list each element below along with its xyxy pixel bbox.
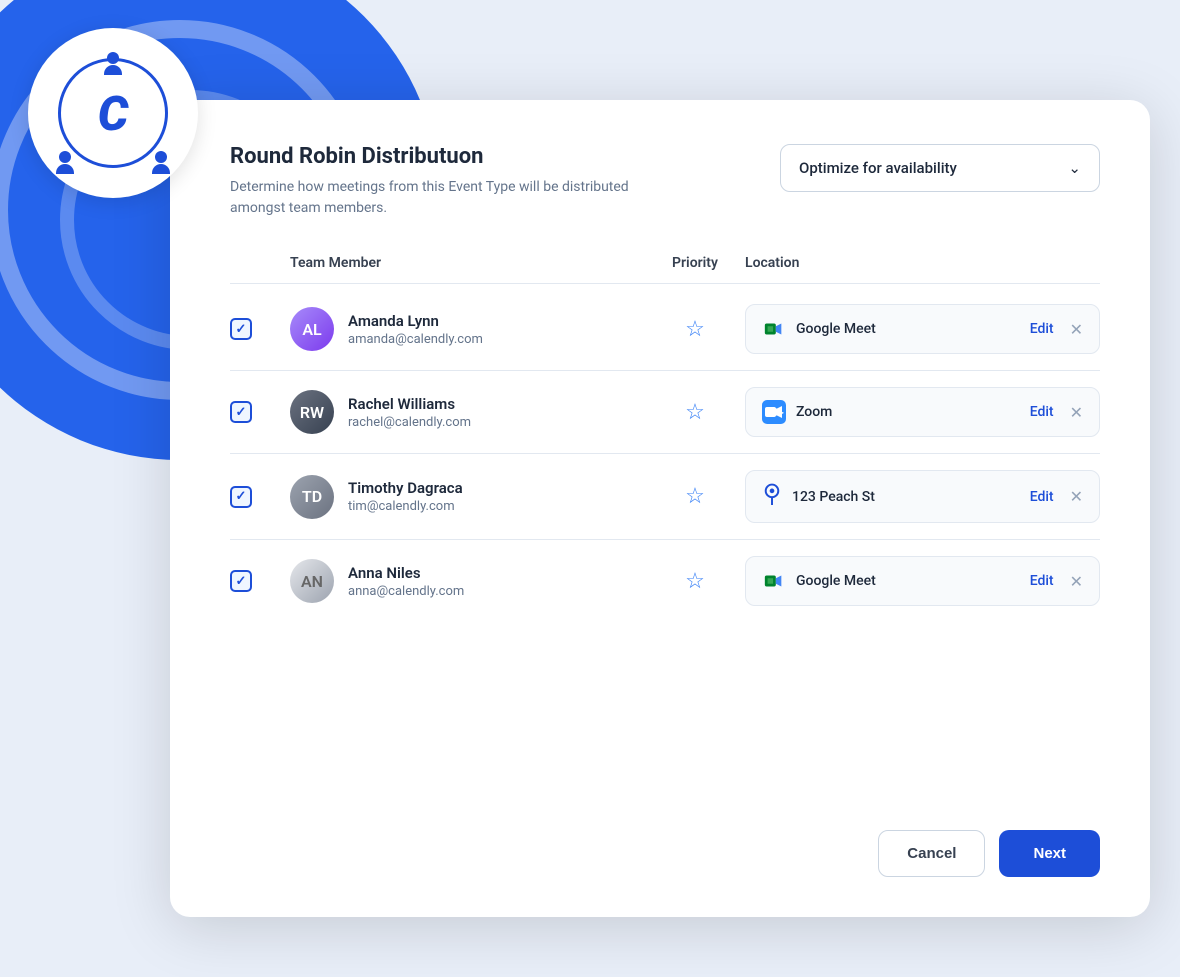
remove-location-rachel[interactable]: ✕ — [1070, 403, 1083, 422]
star-icon-amanda: ☆ — [685, 317, 705, 342]
member-info-rachel: RW Rachel Williams rachel@calendly.com — [290, 390, 645, 434]
col-priority: Priority — [645, 255, 745, 271]
table-row: ✓ AL Amanda Lynn amanda@calendly.com ☆ — [230, 288, 1100, 371]
table-header: Team Member Priority Location — [230, 255, 1100, 284]
avatar-timothy: TD — [290, 475, 334, 519]
modal-title: Round Robin Distributuon — [230, 144, 780, 169]
modal-footer: Cancel Next — [230, 820, 1100, 877]
member-info-anna: AN Anna Niles anna@calendly.com — [290, 559, 645, 603]
priority-star-timothy[interactable]: ☆ — [645, 484, 745, 509]
google-meet-icon-anna — [762, 569, 786, 593]
member-email-rachel: rachel@calendly.com — [348, 415, 471, 430]
col-team-member: Team Member — [290, 255, 645, 271]
member-name-timothy: Timothy Dagraca — [348, 479, 463, 497]
title-section: Round Robin Distributuon Determine how m… — [230, 144, 780, 219]
logo: C — [28, 28, 198, 198]
table-row: ✓ RW Rachel Williams rachel@calendly.com… — [230, 371, 1100, 454]
member-email-anna: anna@calendly.com — [348, 584, 464, 599]
col-location: Location — [745, 255, 1100, 271]
member-rows: ✓ AL Amanda Lynn amanda@calendly.com ☆ — [230, 288, 1100, 792]
member-details-rachel: Rachel Williams rachel@calendly.com — [348, 395, 471, 430]
modal: Round Robin Distributuon Determine how m… — [170, 100, 1150, 917]
cancel-button[interactable]: Cancel — [878, 830, 985, 877]
check-icon: ✓ — [236, 405, 247, 420]
google-meet-icon-amanda — [762, 317, 786, 341]
logo-person-left — [56, 151, 74, 174]
star-icon-anna: ☆ — [685, 569, 705, 594]
checkbox-rachel[interactable]: ✓ — [230, 401, 252, 423]
member-details-amanda: Amanda Lynn amanda@calendly.com — [348, 312, 483, 347]
priority-star-amanda[interactable]: ☆ — [645, 317, 745, 342]
next-button[interactable]: Next — [999, 830, 1100, 877]
member-info-timothy: TD Timothy Dagraca tim@calendly.com — [290, 475, 645, 519]
avatar-rachel: RW — [290, 390, 334, 434]
chevron-down-icon: ⌄ — [1068, 159, 1081, 177]
location-badge-rachel: Zoom Edit ✕ — [745, 387, 1100, 437]
star-icon-timothy: ☆ — [685, 484, 705, 509]
edit-location-amanda[interactable]: Edit — [1030, 321, 1054, 337]
remove-location-anna[interactable]: ✕ — [1070, 572, 1083, 591]
member-email-amanda: amanda@calendly.com — [348, 332, 483, 347]
priority-star-anna[interactable]: ☆ — [645, 569, 745, 594]
optimize-dropdown[interactable]: Optimize for availability ⌄ — [780, 144, 1100, 192]
remove-location-amanda[interactable]: ✕ — [1070, 320, 1083, 339]
check-icon: ✓ — [236, 322, 247, 337]
logo-letter: C — [98, 85, 129, 142]
location-badge-anna: Google Meet Edit ✕ — [745, 556, 1100, 606]
edit-location-anna[interactable]: Edit — [1030, 573, 1054, 589]
priority-star-rachel[interactable]: ☆ — [645, 400, 745, 425]
location-name-rachel: Zoom — [796, 404, 1020, 420]
location-name-timothy: 123 Peach St — [792, 489, 1020, 505]
remove-location-timothy[interactable]: ✕ — [1070, 487, 1083, 506]
edit-location-timothy[interactable]: Edit — [1030, 489, 1054, 505]
member-info-amanda: AL Amanda Lynn amanda@calendly.com — [290, 307, 645, 351]
checkbox-timothy[interactable]: ✓ — [230, 486, 252, 508]
modal-header: Round Robin Distributuon Determine how m… — [230, 144, 1100, 219]
table-row: ✓ TD Timothy Dagraca tim@calendly.com ☆ — [230, 454, 1100, 540]
dropdown-label: Optimize for availability — [799, 159, 957, 177]
logo-person-right — [152, 151, 170, 174]
member-name-rachel: Rachel Williams — [348, 395, 471, 413]
location-name-amanda: Google Meet — [796, 321, 1020, 337]
location-badge-timothy: 123 Peach St Edit ✕ — [745, 470, 1100, 523]
check-icon: ✓ — [236, 574, 247, 589]
star-icon-rachel: ☆ — [685, 400, 705, 425]
location-badge-amanda: Google Meet Edit ✕ — [745, 304, 1100, 354]
pin-icon-timothy — [762, 483, 782, 510]
avatar-anna: AN — [290, 559, 334, 603]
check-icon: ✓ — [236, 489, 247, 504]
member-name-anna: Anna Niles — [348, 564, 464, 582]
zoom-icon-rachel — [762, 400, 786, 424]
avatar-amanda: AL — [290, 307, 334, 351]
member-name-amanda: Amanda Lynn — [348, 312, 483, 330]
col-check — [230, 255, 290, 271]
modal-subtitle: Determine how meetings from this Event T… — [230, 177, 650, 219]
member-details-anna: Anna Niles anna@calendly.com — [348, 564, 464, 599]
member-details-timothy: Timothy Dagraca tim@calendly.com — [348, 479, 463, 514]
edit-location-rachel[interactable]: Edit — [1030, 404, 1054, 420]
checkbox-anna[interactable]: ✓ — [230, 570, 252, 592]
table-row: ✓ AN Anna Niles anna@calendly.com ☆ — [230, 540, 1100, 622]
location-name-anna: Google Meet — [796, 573, 1020, 589]
member-email-timothy: tim@calendly.com — [348, 499, 463, 514]
checkbox-amanda[interactable]: ✓ — [230, 318, 252, 340]
